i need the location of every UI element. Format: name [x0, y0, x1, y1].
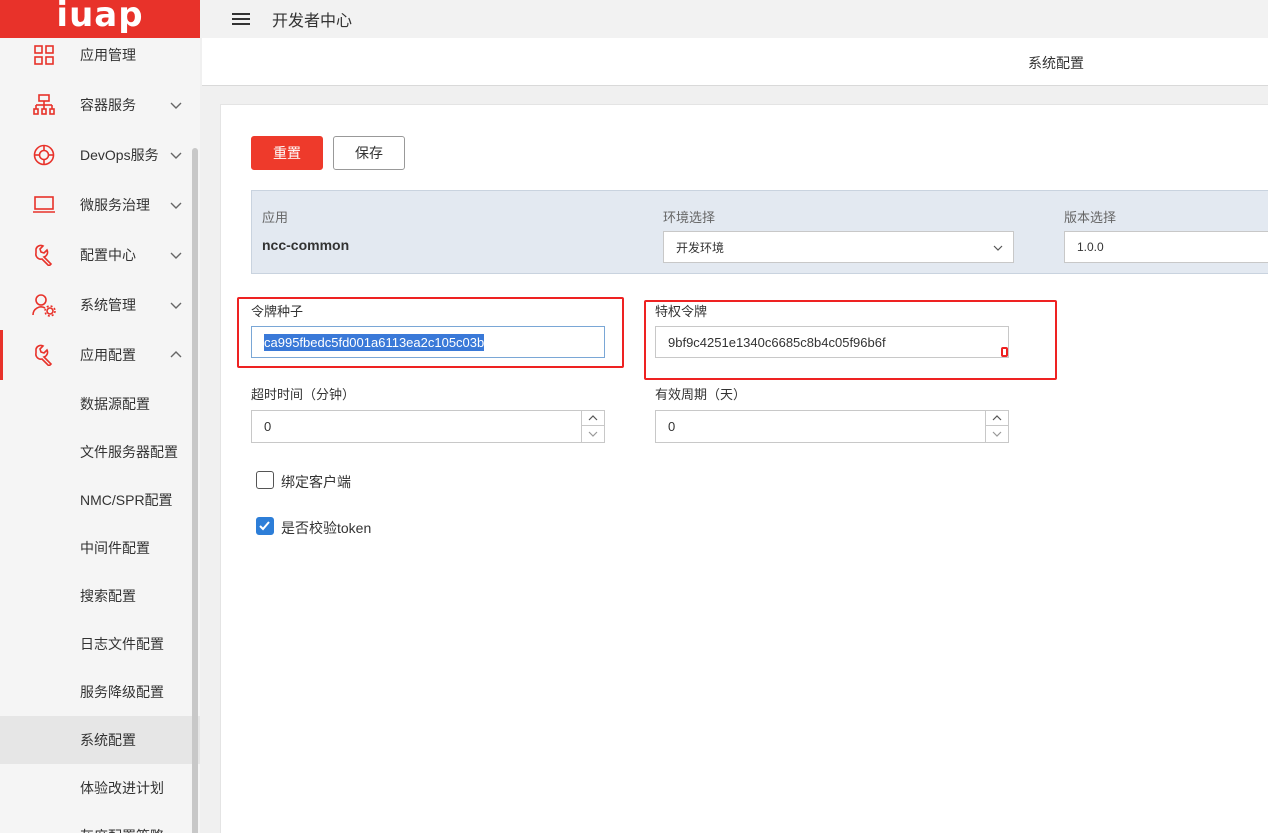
menu-icon[interactable]: [232, 10, 250, 28]
chevron-down-icon: [170, 102, 182, 109]
sidebar-subitem-search[interactable]: 搜索配置: [0, 572, 200, 620]
env-label: 环境选择: [663, 210, 716, 225]
token-seed-input[interactable]: ca995fbedc5fd001a6113ea2c105c03b: [251, 326, 605, 358]
sidebar-item-label: 应用管理: [80, 47, 136, 63]
validity-input[interactable]: 0: [655, 410, 1009, 443]
sidebar-item-label: 配置中心: [80, 247, 136, 263]
sidebar-item-devops[interactable]: DevOps服务: [0, 130, 200, 180]
verify-token-checkbox[interactable]: [256, 517, 274, 535]
app-info-panel: 应用 ncc-common 环境选择 开发环境 版本选择 1.0.0: [251, 190, 1268, 274]
sidebar-subitem-middleware[interactable]: 中间件配置: [0, 524, 200, 572]
page-header: 系统配置: [202, 38, 1268, 86]
env-select-value: 开发环境: [676, 240, 725, 255]
user-gear-icon: [32, 293, 56, 317]
sidebar-subitem-file-server[interactable]: 文件服务器配置: [0, 428, 200, 476]
sidebar-item-app-config[interactable]: 应用配置: [0, 330, 200, 380]
app-label: 应用: [262, 210, 289, 225]
laptop-icon: [32, 193, 56, 217]
version-select-value: 1.0.0: [1077, 240, 1104, 254]
app-title: 开发者中心: [272, 13, 353, 30]
sidebar-item-label: 容器服务: [80, 97, 136, 113]
wrench-icon: [32, 343, 56, 367]
app-value: ncc-common: [262, 237, 350, 253]
sidebar-subitem-gray-release[interactable]: 灰度配置策略: [0, 812, 200, 833]
sidebar: iuap 应用管理 容器服务 DevOps服务 微服务治理 配置中心 系统管理 …: [0, 0, 200, 833]
sidebar-item-label: 微服务治理: [80, 197, 150, 213]
wrench-icon: [32, 243, 56, 267]
save-button[interactable]: 保存: [333, 136, 405, 170]
grid-icon: [32, 43, 56, 67]
sidebar-item-system-management[interactable]: 系统管理: [0, 280, 200, 330]
stepper-up-icon[interactable]: [582, 411, 604, 426]
sidebar-subitem-nmc-spr[interactable]: NMC/SPR配置: [0, 476, 200, 524]
stepper-up-icon[interactable]: [986, 411, 1008, 426]
sidebar-item-config-center[interactable]: 配置中心: [0, 230, 200, 280]
page-title: 系统配置: [1028, 55, 1084, 71]
chevron-down-icon: [170, 302, 182, 309]
topbar: 开发者中心: [200, 0, 1268, 38]
lifebuoy-icon: [32, 143, 56, 167]
validity-label: 有效周期（天）: [655, 387, 747, 402]
token-seed-label: 令牌种子: [251, 304, 304, 319]
sidebar-item-container-service[interactable]: 容器服务: [0, 80, 200, 130]
timeout-stepper[interactable]: [581, 411, 604, 442]
sidebar-item-label: 系统管理: [80, 297, 136, 313]
sitemap-icon: [32, 93, 56, 117]
privileged-token-label: 特权令牌: [655, 304, 708, 319]
chevron-down-icon: [170, 152, 182, 159]
env-select[interactable]: 开发环境: [663, 231, 1014, 263]
reset-button[interactable]: 重置: [251, 136, 323, 170]
timeout-input[interactable]: 0: [251, 410, 605, 443]
sidebar-subitem-log-file[interactable]: 日志文件配置: [0, 620, 200, 668]
check-icon: [259, 521, 270, 531]
chevron-up-icon: [170, 351, 182, 358]
timeout-label: 超时时间（分钟）: [251, 387, 356, 402]
sidebar-item-label: 应用配置: [80, 347, 136, 363]
sidebar-subitem-datasource[interactable]: 数据源配置: [0, 380, 200, 428]
version-label: 版本选择: [1064, 210, 1117, 225]
bind-client-label: 绑定客户端: [281, 474, 351, 490]
timeout-value: 0: [264, 419, 272, 434]
validity-value: 0: [668, 419, 676, 434]
chevron-down-icon: [170, 252, 182, 259]
main-content: 重置 保存 应用 ncc-common 环境选择 开发环境 版本选择 1.0.0…: [220, 104, 1268, 833]
sidebar-subitem-system-config[interactable]: 系统配置: [0, 716, 200, 764]
sidebar-item-app-management[interactable]: 应用管理: [0, 30, 200, 80]
cursor-marker: [1001, 347, 1008, 357]
stepper-down-icon[interactable]: [986, 426, 1008, 441]
privileged-token-value: 9bf9c4251e1340c6685c8b4c05f96b6f: [668, 334, 886, 350]
token-seed-value: ca995fbedc5fd001a6113ea2c105c03b: [264, 333, 485, 351]
chevron-down-icon: [993, 245, 1003, 251]
stepper-down-icon[interactable]: [582, 426, 604, 441]
sidebar-scrollbar[interactable]: [192, 148, 198, 833]
validity-stepper[interactable]: [985, 411, 1008, 442]
logo-text: iuap: [56, 0, 144, 35]
privileged-token-input[interactable]: 9bf9c4251e1340c6685c8b4c05f96b6f: [655, 326, 1009, 358]
sidebar-item-label: DevOps服务: [80, 147, 159, 163]
bind-client-checkbox[interactable]: [256, 471, 274, 489]
verify-token-label: 是否校验token: [281, 520, 372, 536]
sidebar-subitem-experience[interactable]: 体验改进计划: [0, 764, 200, 812]
version-select[interactable]: 1.0.0: [1064, 231, 1268, 263]
sidebar-item-microservice[interactable]: 微服务治理: [0, 180, 200, 230]
chevron-down-icon: [170, 202, 182, 209]
sidebar-subitem-degrade[interactable]: 服务降级配置: [0, 668, 200, 716]
